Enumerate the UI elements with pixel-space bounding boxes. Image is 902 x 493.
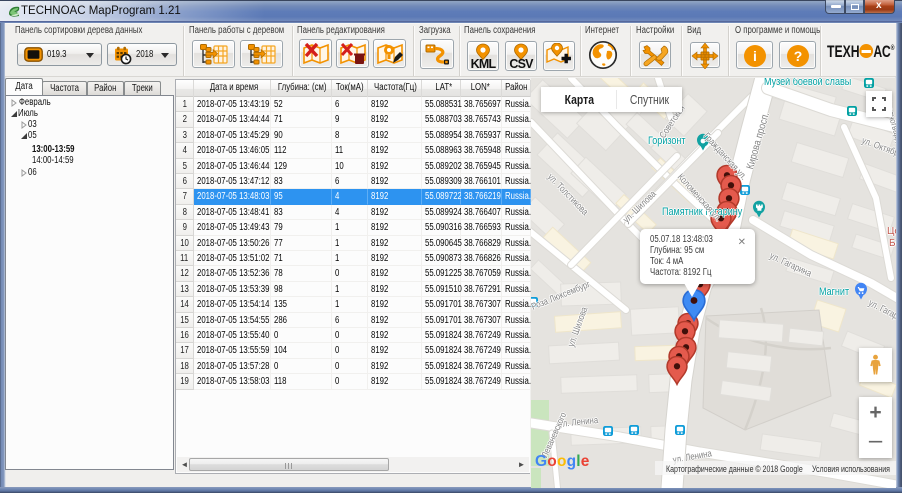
svg-text:CSV: CSV xyxy=(509,57,534,69)
svg-text:KML: KML xyxy=(471,57,497,69)
